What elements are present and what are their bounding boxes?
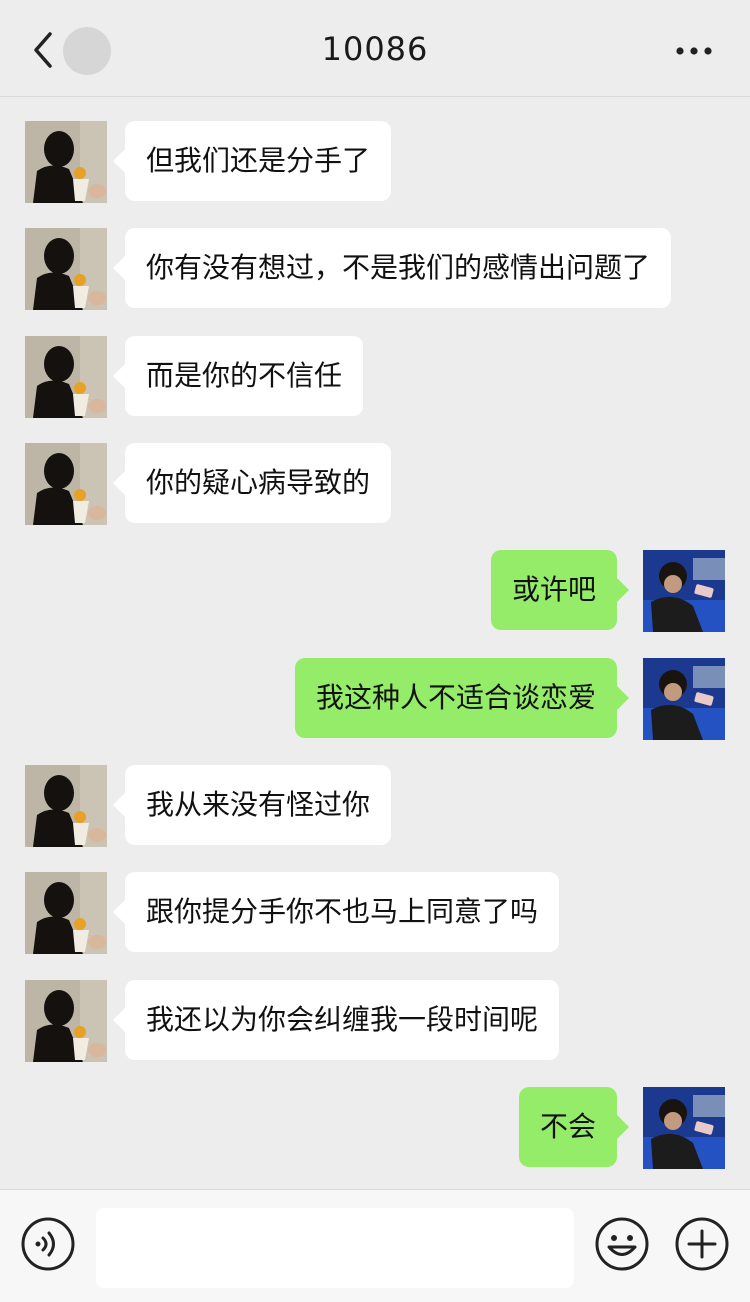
plus-icon[interactable] <box>674 1216 730 1272</box>
chat-title: 10086 <box>321 30 429 68</box>
outgoing-message: 或许吧 <box>490 550 630 630</box>
avatar[interactable] <box>643 1087 725 1169</box>
more-icon[interactable] <box>674 44 714 58</box>
avatar[interactable] <box>25 765 107 847</box>
message-row: 而是你的不信任 <box>0 336 750 418</box>
voice-icon[interactable] <box>20 1216 76 1272</box>
message-row: 或许吧 <box>0 550 750 632</box>
avatar[interactable] <box>25 228 107 310</box>
message-row: 跟你提分手你不也马上同意了吗 <box>0 872 750 954</box>
incoming-message: 跟你提分手你不也马上同意了吗 <box>112 872 560 952</box>
message-row: 我从来没有怪过你 <box>0 765 750 847</box>
avatar[interactable] <box>25 336 107 418</box>
incoming-message: 你的疑心病导致的 <box>112 443 392 523</box>
outgoing-message: 我这种人不适合谈恋爱 <box>294 658 630 738</box>
avatar[interactable] <box>25 443 107 525</box>
input-bar <box>0 1189 750 1302</box>
message-row: 你有没有想过，不是我们的感情出问题了 <box>0 228 750 310</box>
emoji-icon[interactable] <box>594 1216 650 1272</box>
avatar[interactable] <box>643 550 725 632</box>
top-bar: 10086 <box>0 0 750 97</box>
message-input[interactable] <box>96 1208 574 1288</box>
message-row: 不会 <box>0 1087 750 1169</box>
message-row: 我这种人不适合谈恋爱 <box>0 658 750 740</box>
message-row: 我还以为你会纠缠我一段时间呢 <box>0 980 750 1062</box>
incoming-message: 我从来没有怪过你 <box>112 765 392 845</box>
incoming-message: 而是你的不信任 <box>112 336 364 416</box>
incoming-message: 我还以为你会纠缠我一段时间呢 <box>112 980 560 1060</box>
incoming-message: 你有没有想过，不是我们的感情出问题了 <box>112 228 672 308</box>
avatar[interactable] <box>25 121 107 203</box>
message-row: 但我们还是分手了 <box>0 121 750 203</box>
avatar[interactable] <box>643 658 725 740</box>
incoming-message: 但我们还是分手了 <box>112 121 392 201</box>
avatar[interactable] <box>25 980 107 1062</box>
outgoing-message: 不会 <box>518 1087 630 1167</box>
message-list: 但我们还是分手了 你有没有想过，不是我们的感情出问题了 而是你的不信任 你的疑心… <box>0 97 750 1189</box>
avatar[interactable] <box>25 872 107 954</box>
message-row: 你的疑心病导致的 <box>0 443 750 525</box>
